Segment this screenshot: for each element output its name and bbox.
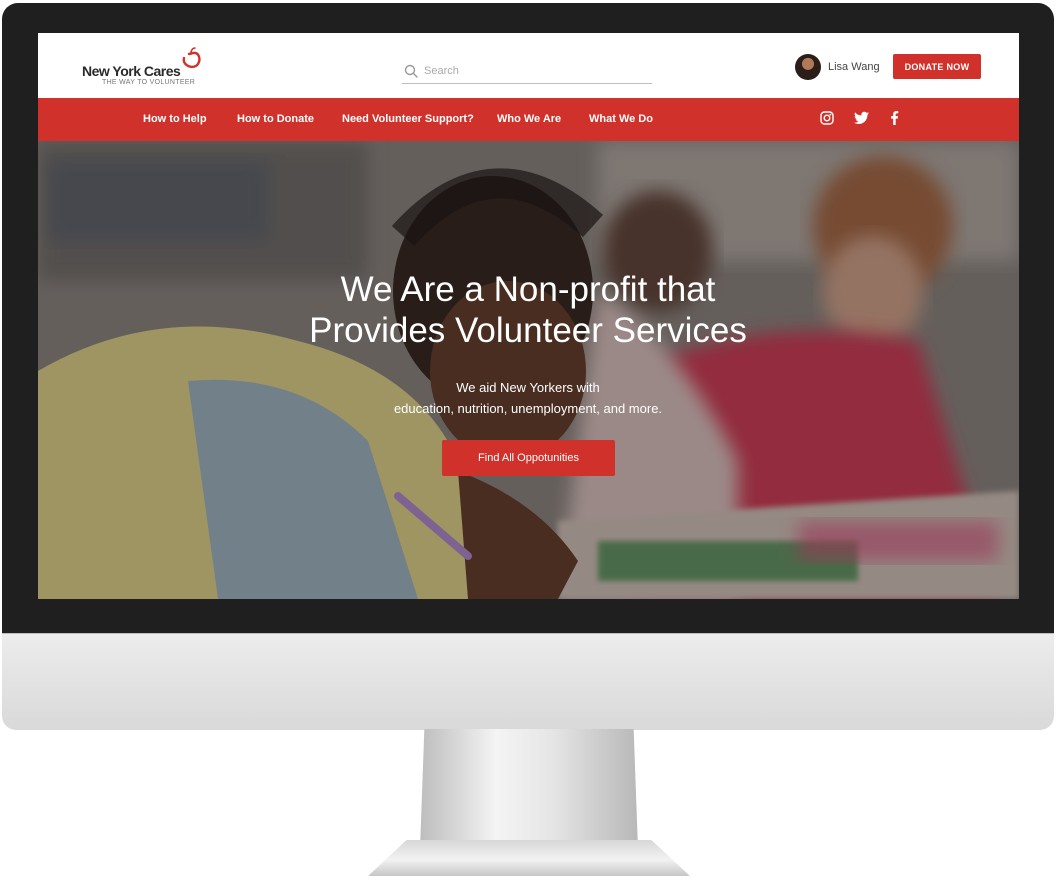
user-name[interactable]: Lisa Wang: [828, 61, 880, 73]
hero-title-line-2: Provides Volunteer Services: [309, 311, 747, 350]
site-logo[interactable]: New York Cares THE WAY TO VOLUNTEER: [82, 47, 212, 86]
search-bar: [402, 61, 652, 84]
instagram-icon[interactable]: [820, 111, 834, 125]
nav-item-how-to-help[interactable]: How to Help: [143, 113, 207, 125]
facebook-icon[interactable]: [890, 111, 899, 125]
search-input[interactable]: [424, 62, 644, 80]
main-nav: How to Help How to Donate Need Volunteer…: [38, 98, 1019, 141]
donate-now-button[interactable]: DONATE NOW: [893, 54, 981, 79]
nav-item-what-we-do[interactable]: What We Do: [589, 113, 653, 125]
apple-logo-icon: [182, 47, 201, 69]
nav-item-who-we-are[interactable]: Who We Are: [497, 113, 561, 125]
monitor-chin: [2, 633, 1054, 730]
search-icon[interactable]: [404, 64, 418, 78]
logo-tagline: THE WAY TO VOLUNTEER: [102, 79, 196, 86]
browser-screen: New York Cares THE WAY TO VOLUNTEER Lisa…: [38, 33, 1019, 599]
hero-title-line-1: We Are a Non-profit that: [340, 270, 716, 309]
avatar[interactable]: [795, 54, 821, 80]
logo-wordmark: New York Cares: [82, 63, 181, 79]
find-opportunities-button[interactable]: Find All Oppotunities: [442, 440, 615, 476]
hero-title: We Are a Non-profit that Provides Volunt…: [178, 269, 878, 351]
hero-subtitle: We aid New Yorkers with education, nutri…: [278, 377, 778, 419]
nav-item-volunteer-support[interactable]: Need Volunteer Support?: [342, 113, 474, 125]
monitor-stand-neck: [420, 729, 638, 849]
monitor-stand-base: [368, 840, 690, 876]
hero-subtitle-line-1: We aid New Yorkers with: [456, 380, 600, 395]
site-header: New York Cares THE WAY TO VOLUNTEER Lisa…: [38, 33, 1019, 98]
nav-item-how-to-donate[interactable]: How to Donate: [237, 113, 314, 125]
hero-overlay: [38, 141, 1019, 599]
hero-subtitle-line-2: education, nutrition, unemployment, and …: [393, 401, 663, 416]
twitter-icon[interactable]: [854, 111, 869, 125]
hero-banner: We Are a Non-profit that Provides Volunt…: [38, 141, 1019, 599]
